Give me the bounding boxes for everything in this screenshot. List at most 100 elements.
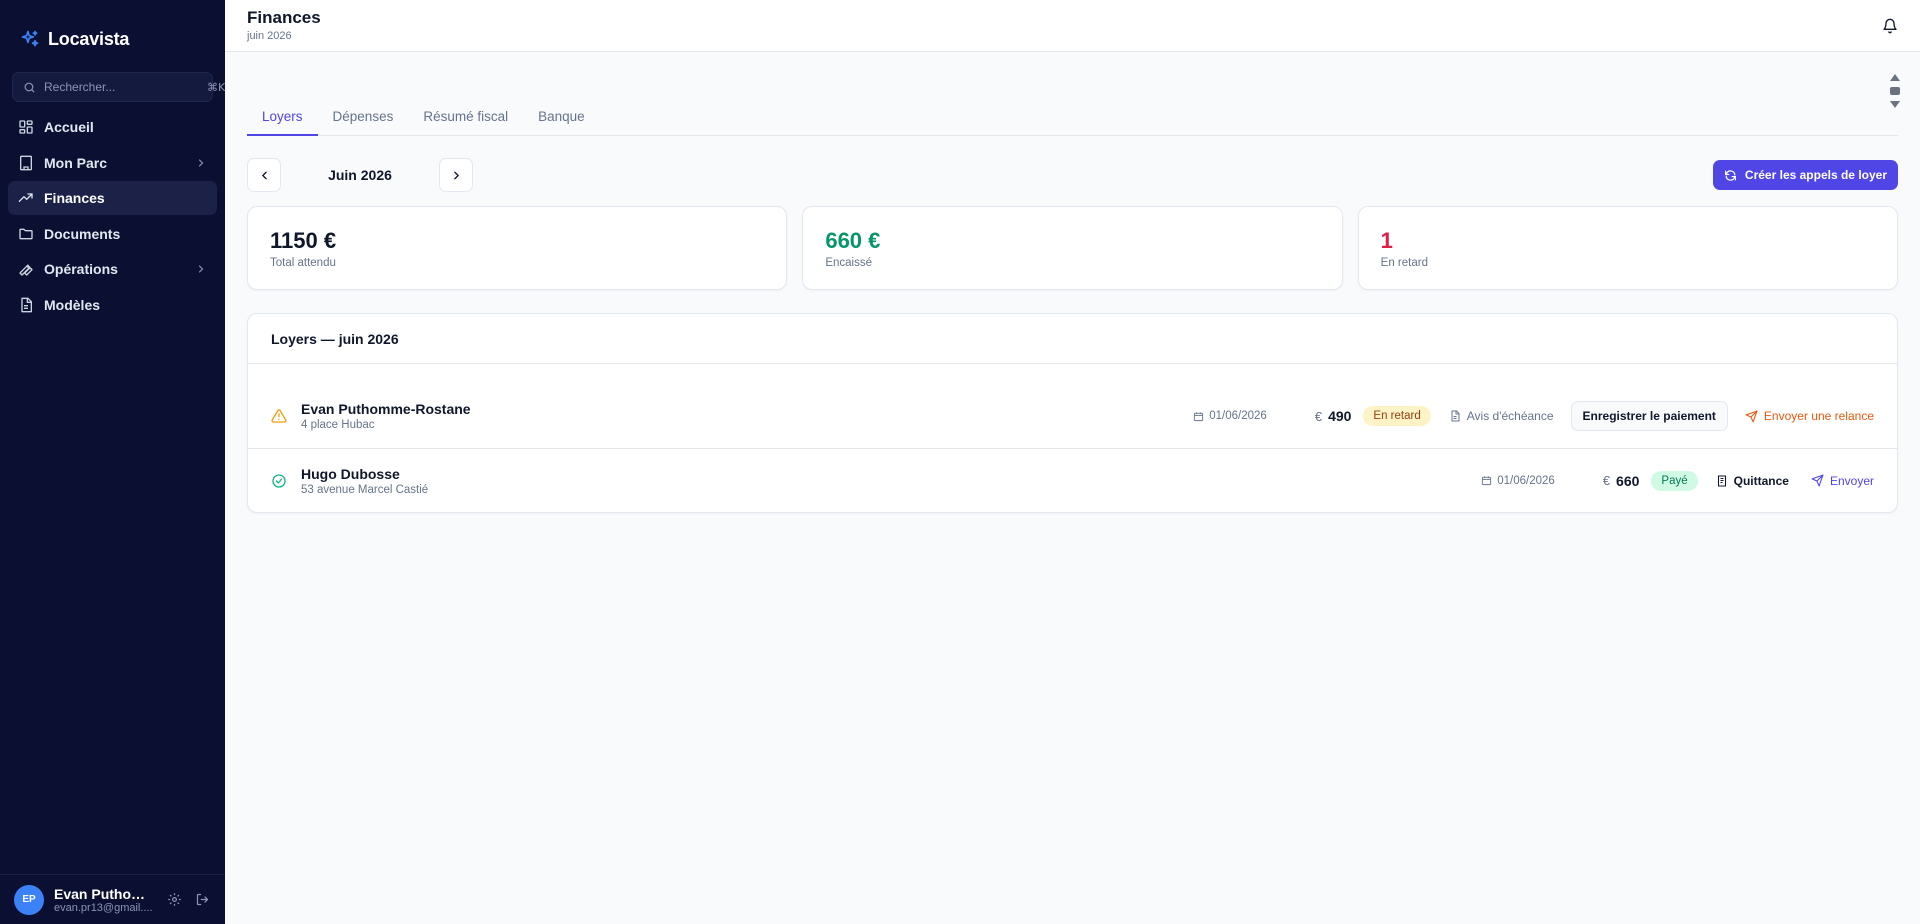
amount-value: 660 bbox=[1616, 472, 1640, 489]
tabs-row: Loyers Dépenses Résumé fiscal Banque bbox=[247, 74, 1900, 136]
sidebar-item-documents[interactable]: Documents bbox=[8, 217, 217, 251]
calendar-icon bbox=[1481, 475, 1492, 486]
receipt-icon bbox=[1716, 474, 1728, 487]
rent-row: Evan Puthomme-Rostane 4 place Hubac 01/0… bbox=[248, 384, 1897, 448]
scroll-thumb-icon bbox=[1890, 87, 1900, 95]
avatar[interactable]: EP bbox=[14, 884, 44, 915]
warning-icon bbox=[271, 408, 287, 424]
sidebar-item-mon-parc[interactable]: Mon Parc bbox=[8, 146, 217, 180]
settings-gear-icon[interactable] bbox=[165, 891, 183, 909]
receipt-link[interactable]: Quittance bbox=[1716, 474, 1789, 488]
rents-card-title: Loyers — juin 2026 bbox=[248, 314, 1897, 364]
stat-value: 660 € bbox=[825, 228, 881, 253]
sidebar-item-label: Modèles bbox=[44, 296, 101, 313]
search-icon bbox=[23, 81, 36, 94]
due-notice-label: Avis d'échéance bbox=[1466, 409, 1554, 423]
page-subtitle: juin 2026 bbox=[247, 29, 292, 42]
chevron-right-icon bbox=[195, 157, 207, 169]
user-info: Evan Puthom... evan.pr13@gmail.... bbox=[54, 886, 155, 914]
due-date: 01/06/2026 bbox=[1193, 410, 1267, 422]
user-panel: EP Evan Puthom... evan.pr13@gmail.... bbox=[0, 874, 225, 924]
file-icon bbox=[18, 297, 34, 313]
rent-row: Hugo Dubosse 53 avenue Marcel Castié 01/… bbox=[248, 448, 1897, 512]
chevron-left-icon bbox=[258, 169, 271, 182]
user-name: Evan Puthom... bbox=[54, 885, 155, 902]
tenant-address: 53 avenue Marcel Castié bbox=[301, 483, 429, 496]
rent-amount: € 660 bbox=[1603, 473, 1640, 489]
amount-value: 490 bbox=[1328, 408, 1352, 424]
send-receipt-label: Envoyer bbox=[1829, 473, 1874, 488]
tab-scroll-control[interactable] bbox=[1890, 74, 1900, 108]
search-shortcut: ⌘K bbox=[207, 80, 226, 94]
check-circle-icon bbox=[271, 473, 287, 489]
send-reminder-label: Envoyer une relance bbox=[1763, 409, 1874, 423]
send-reminder-link[interactable]: Envoyer une relance bbox=[1745, 409, 1874, 423]
stat-value: 1 bbox=[1380, 228, 1393, 253]
stat-label: Total attendu bbox=[270, 257, 336, 270]
sidebar-item-label: Documents bbox=[44, 225, 121, 242]
sidebar-item-label: Mon Parc bbox=[44, 154, 108, 171]
next-month-button[interactable] bbox=[439, 158, 473, 192]
tenant-address: 4 place Hubac bbox=[301, 419, 375, 431]
stat-card-collected: 660 € Encaissé bbox=[802, 206, 1343, 290]
due-date-text: 01/06/2026 bbox=[1497, 474, 1555, 487]
period-label: Juin 2026 bbox=[328, 167, 392, 183]
currency-symbol: € bbox=[1314, 408, 1323, 424]
chevron-right-icon bbox=[195, 263, 207, 275]
document-icon bbox=[1449, 410, 1461, 422]
user-email: evan.pr13@gmail.... bbox=[54, 901, 153, 914]
tab-banque[interactable]: Banque bbox=[523, 97, 600, 135]
logout-icon[interactable] bbox=[193, 891, 211, 909]
tab-resume-fiscal[interactable]: Résumé fiscal bbox=[408, 97, 523, 135]
sidebar-item-accueil[interactable]: Accueil bbox=[8, 110, 217, 144]
sidebar-nav: Accueil Mon Parc Finances Documents Opér… bbox=[0, 110, 225, 323]
main-area: Finances juin 2026 Loyers Dépenses Résum… bbox=[225, 0, 1920, 924]
stat-card-total: 1150 € Total attendu bbox=[247, 206, 788, 290]
tenant-name: Hugo Dubosse bbox=[301, 465, 400, 482]
trending-up-icon bbox=[18, 190, 34, 206]
sidebar-item-label: Finances bbox=[44, 190, 105, 206]
refresh-icon bbox=[1724, 169, 1737, 182]
scroll-up-arrow-icon bbox=[1890, 74, 1900, 81]
create-rent-calls-button[interactable]: Créer les appels de loyer bbox=[1712, 160, 1898, 190]
send-receipt-link[interactable]: Envoyer bbox=[1811, 474, 1874, 488]
search-input[interactable] bbox=[44, 80, 199, 94]
period-row: Juin 2026 Créer les appels de loyer bbox=[247, 158, 1898, 192]
search-box[interactable]: ⌘K bbox=[12, 72, 225, 102]
grid-icon bbox=[18, 119, 34, 135]
status-badge: En retard bbox=[1363, 406, 1431, 426]
due-notice-link[interactable]: Avis d'échéance bbox=[1449, 409, 1554, 423]
status-badge: Payé bbox=[1651, 470, 1698, 491]
tenant-name: Evan Puthomme-Rostane bbox=[301, 401, 471, 417]
receipt-label: Quittance bbox=[1733, 473, 1789, 488]
sidebar-item-finances[interactable]: Finances bbox=[8, 181, 217, 215]
sidebar-item-label: Accueil bbox=[44, 119, 94, 135]
tab-loyers[interactable]: Loyers bbox=[247, 97, 318, 136]
send-icon bbox=[1745, 410, 1758, 423]
topbar: Finances juin 2026 bbox=[225, 0, 1920, 52]
wrench-icon bbox=[18, 261, 34, 277]
brand-name: Locavista bbox=[48, 28, 130, 49]
stat-label: Encaissé bbox=[825, 257, 872, 270]
stat-value: 1150 € bbox=[270, 228, 337, 253]
rent-amount: € 490 bbox=[1315, 408, 1352, 424]
tab-depenses[interactable]: Dépenses bbox=[318, 97, 409, 135]
page-title: Finances bbox=[247, 8, 321, 28]
sidebar: Locavista ⌘K Accueil Mon Parc bbox=[0, 0, 225, 924]
rents-card: Loyers — juin 2026 Evan Puthomme-Rostane… bbox=[247, 313, 1898, 513]
previous-month-button[interactable] bbox=[247, 158, 281, 192]
record-payment-button[interactable]: Enregistrer le paiement bbox=[1570, 401, 1728, 431]
bell-icon[interactable] bbox=[1882, 18, 1898, 34]
building-icon bbox=[18, 155, 34, 171]
chevron-right-icon bbox=[450, 169, 463, 182]
period-navigator: Juin 2026 bbox=[247, 158, 473, 192]
due-date: 01/06/2026 bbox=[1481, 475, 1555, 487]
scroll-down-arrow-icon bbox=[1890, 101, 1900, 108]
sidebar-item-modeles[interactable]: Modèles bbox=[8, 288, 217, 322]
brand[interactable]: Locavista bbox=[0, 0, 225, 58]
folder-icon bbox=[18, 226, 34, 242]
sidebar-item-operations[interactable]: Opérations bbox=[8, 252, 217, 286]
tabs: Loyers Dépenses Résumé fiscal Banque bbox=[247, 74, 600, 136]
sidebar-item-label: Opérations bbox=[44, 261, 118, 277]
stat-label: En retard bbox=[1380, 257, 1428, 270]
